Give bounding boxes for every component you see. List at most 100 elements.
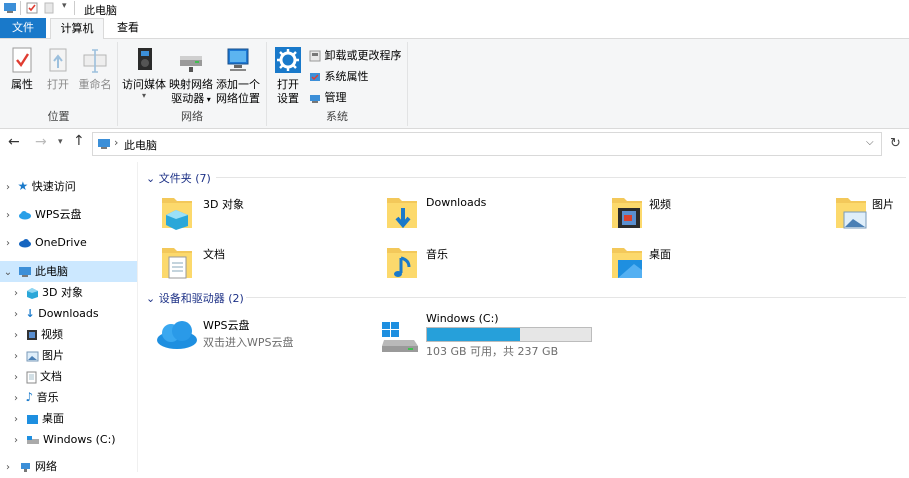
nav-item-desktop[interactable]: › 桌面 xyxy=(0,408,147,429)
system-properties-button[interactable]: 系统属性 xyxy=(309,70,369,84)
address-path[interactable]: 此电脑 xyxy=(124,137,157,153)
nav-item-label: 快速访问 xyxy=(31,180,76,193)
properties-button[interactable]: 属性 xyxy=(6,46,38,92)
add-network-location-icon xyxy=(227,48,249,71)
expand-chevron-icon[interactable]: › xyxy=(10,283,22,304)
tab-view[interactable]: 查看 xyxy=(108,18,148,38)
manage-button[interactable]: 管理 xyxy=(309,91,347,105)
expand-chevron-icon[interactable]: › xyxy=(2,233,14,254)
section-chevron-icon[interactable]: ⌄ xyxy=(146,292,155,305)
nav-item-network[interactable]: › 网络 xyxy=(0,456,137,477)
film-icon xyxy=(26,330,37,340)
forward-arrow-icon[interactable]: → xyxy=(35,134,47,150)
expand-chevron-icon[interactable]: › xyxy=(10,304,22,325)
documents-folder-icon xyxy=(162,248,192,279)
expand-chevron-icon[interactable]: › xyxy=(10,346,22,367)
add-network-location-button[interactable]: 添加一个 网络位置 xyxy=(214,46,262,106)
navigation-bar: ← → ▾ ↑ › 此电脑 ⌵ ↻ xyxy=(0,129,909,159)
quick-access-dropdown-icon[interactable]: ▾ xyxy=(62,1,67,11)
folders-header-label: 文件夹 (7) xyxy=(158,172,211,185)
nav-item-downloads[interactable]: › ↓ Downloads xyxy=(0,303,147,324)
title-bar: ▾ 此电脑 xyxy=(0,0,909,18)
expand-chevron-icon[interactable]: › xyxy=(10,430,22,451)
tab-file[interactable]: 文件 xyxy=(0,18,46,38)
nav-item-label: 桌面 xyxy=(42,412,64,425)
folder-item[interactable]: 视频 xyxy=(608,192,808,236)
nav-item-label: 音乐 xyxy=(36,391,59,404)
nav-item-this-pc[interactable]: ⌄ 此电脑 xyxy=(0,261,137,282)
folder-label: 3D 对象 xyxy=(203,198,244,211)
ribbon-tabs: 文件 计算机 查看 xyxy=(0,18,909,39)
folder-label: 音乐 xyxy=(426,248,448,261)
nav-item-videos[interactable]: › 视频 xyxy=(0,324,147,345)
ribbon-group-network: 访问媒体 ▾ 映射网络 驱动器 ▾ 添加一个 网络位置 网络 xyxy=(118,42,267,126)
breadcrumb-separator-icon[interactable]: › xyxy=(114,136,118,149)
nav-item-3d-objects[interactable]: › 3D 对象 xyxy=(0,282,147,303)
nav-item-windows-c[interactable]: › Windows (C:) xyxy=(0,429,147,450)
nav-item-label: 网络 xyxy=(35,460,57,473)
rename-button[interactable]: 重命名 xyxy=(76,46,114,92)
expand-chevron-icon[interactable]: › xyxy=(2,177,14,198)
section-divider xyxy=(246,297,906,298)
nav-item-pictures[interactable]: › 图片 xyxy=(0,345,147,366)
folder-item[interactable]: 3D 对象 xyxy=(158,192,358,236)
new-folder-quick-icon[interactable] xyxy=(44,2,54,14)
nav-item-quick-access[interactable]: › ★ 快速访问 xyxy=(0,176,137,197)
folder-item[interactable]: 文档 xyxy=(158,242,358,286)
windows-c-drive-item[interactable]: Windows (C:) 103 GB 可用，共 237 GB xyxy=(378,308,598,358)
nav-item-label: Windows (C:) xyxy=(43,433,116,446)
folder-item[interactable]: 图片 xyxy=(832,192,909,236)
access-media-label: 访问媒体 xyxy=(122,78,166,91)
map-drive-icon xyxy=(180,56,202,72)
nav-item-documents[interactable]: › 文档 xyxy=(0,366,147,387)
address-dropdown-icon[interactable]: ⌵ xyxy=(866,137,874,148)
map-drive-label-2: 驱动器 xyxy=(171,92,205,105)
desktop-folder-icon xyxy=(612,248,642,278)
address-bar[interactable]: › 此电脑 ⌵ xyxy=(92,132,882,156)
wps-cloud-item[interactable]: WPS云盘 双击进入WPS云盘 xyxy=(153,312,363,356)
collapse-chevron-icon[interactable]: ⌄ xyxy=(2,262,14,283)
properties-quick-icon[interactable] xyxy=(26,2,38,14)
nav-item-onedrive[interactable]: › OneDrive xyxy=(0,232,137,253)
expand-chevron-icon[interactable]: › xyxy=(10,325,22,346)
open-button[interactable]: 打开 xyxy=(42,46,74,92)
rename-icon xyxy=(83,49,107,73)
network-icon xyxy=(20,462,30,472)
expand-chevron-icon[interactable]: › xyxy=(2,457,14,478)
wps-cloud-desc: 双击进入WPS云盘 xyxy=(203,336,294,349)
window-title: 此电脑 xyxy=(84,4,117,17)
ribbon-group-location-label: 位置 xyxy=(47,110,70,123)
expand-chevron-icon[interactable]: › xyxy=(10,367,22,388)
ribbon-group-system: 打开 设置 卸载或更改程序 系统属性 管理 系统 xyxy=(267,42,408,126)
recent-locations-dropdown-icon[interactable]: ▾ xyxy=(58,137,63,147)
tab-computer[interactable]: 计算机 xyxy=(50,18,104,39)
back-arrow-icon[interactable]: ← xyxy=(8,134,20,150)
folder-item[interactable]: Downloads xyxy=(383,192,583,236)
desktop-icon xyxy=(26,414,38,424)
devices-header-label: 设备和驱动器 (2) xyxy=(158,292,244,305)
expand-chevron-icon[interactable]: › xyxy=(2,205,14,226)
download-arrow-icon: ↓ xyxy=(25,307,35,320)
nav-item-music[interactable]: › ♪ 音乐 xyxy=(0,387,147,408)
uninstall-program-button[interactable]: 卸载或更改程序 xyxy=(309,49,402,63)
up-arrow-icon[interactable]: ↑ xyxy=(73,133,85,149)
onedrive-cloud-icon xyxy=(18,239,31,248)
folders-section-header[interactable]: ⌄ 文件夹 (7) xyxy=(146,170,211,186)
access-media-button[interactable]: 访问媒体 ▾ xyxy=(121,46,167,100)
section-chevron-icon[interactable]: ⌄ xyxy=(146,172,155,185)
map-drive-button[interactable]: 映射网络 驱动器 ▾ xyxy=(168,46,214,107)
expand-chevron-icon[interactable]: › xyxy=(10,409,22,430)
devices-section-header[interactable]: ⌄ 设备和驱动器 (2) xyxy=(146,290,244,306)
nav-item-label: WPS云盘 xyxy=(35,208,82,221)
expand-chevron-icon[interactable]: › xyxy=(10,388,22,409)
manage-label: 管理 xyxy=(324,91,347,104)
refresh-icon[interactable]: ↻ xyxy=(890,136,901,151)
open-settings-button[interactable]: 打开 设置 xyxy=(270,46,306,106)
folder-item[interactable]: 音乐 xyxy=(383,242,583,286)
nav-item-label: 此电脑 xyxy=(35,265,68,278)
system-properties-label: 系统属性 xyxy=(324,70,369,83)
windows-drive-icon xyxy=(382,322,418,352)
folder-item[interactable]: 桌面 xyxy=(608,242,808,286)
nav-item-wps-cloud[interactable]: › WPS云盘 xyxy=(0,204,137,225)
computer-icon xyxy=(18,267,31,277)
